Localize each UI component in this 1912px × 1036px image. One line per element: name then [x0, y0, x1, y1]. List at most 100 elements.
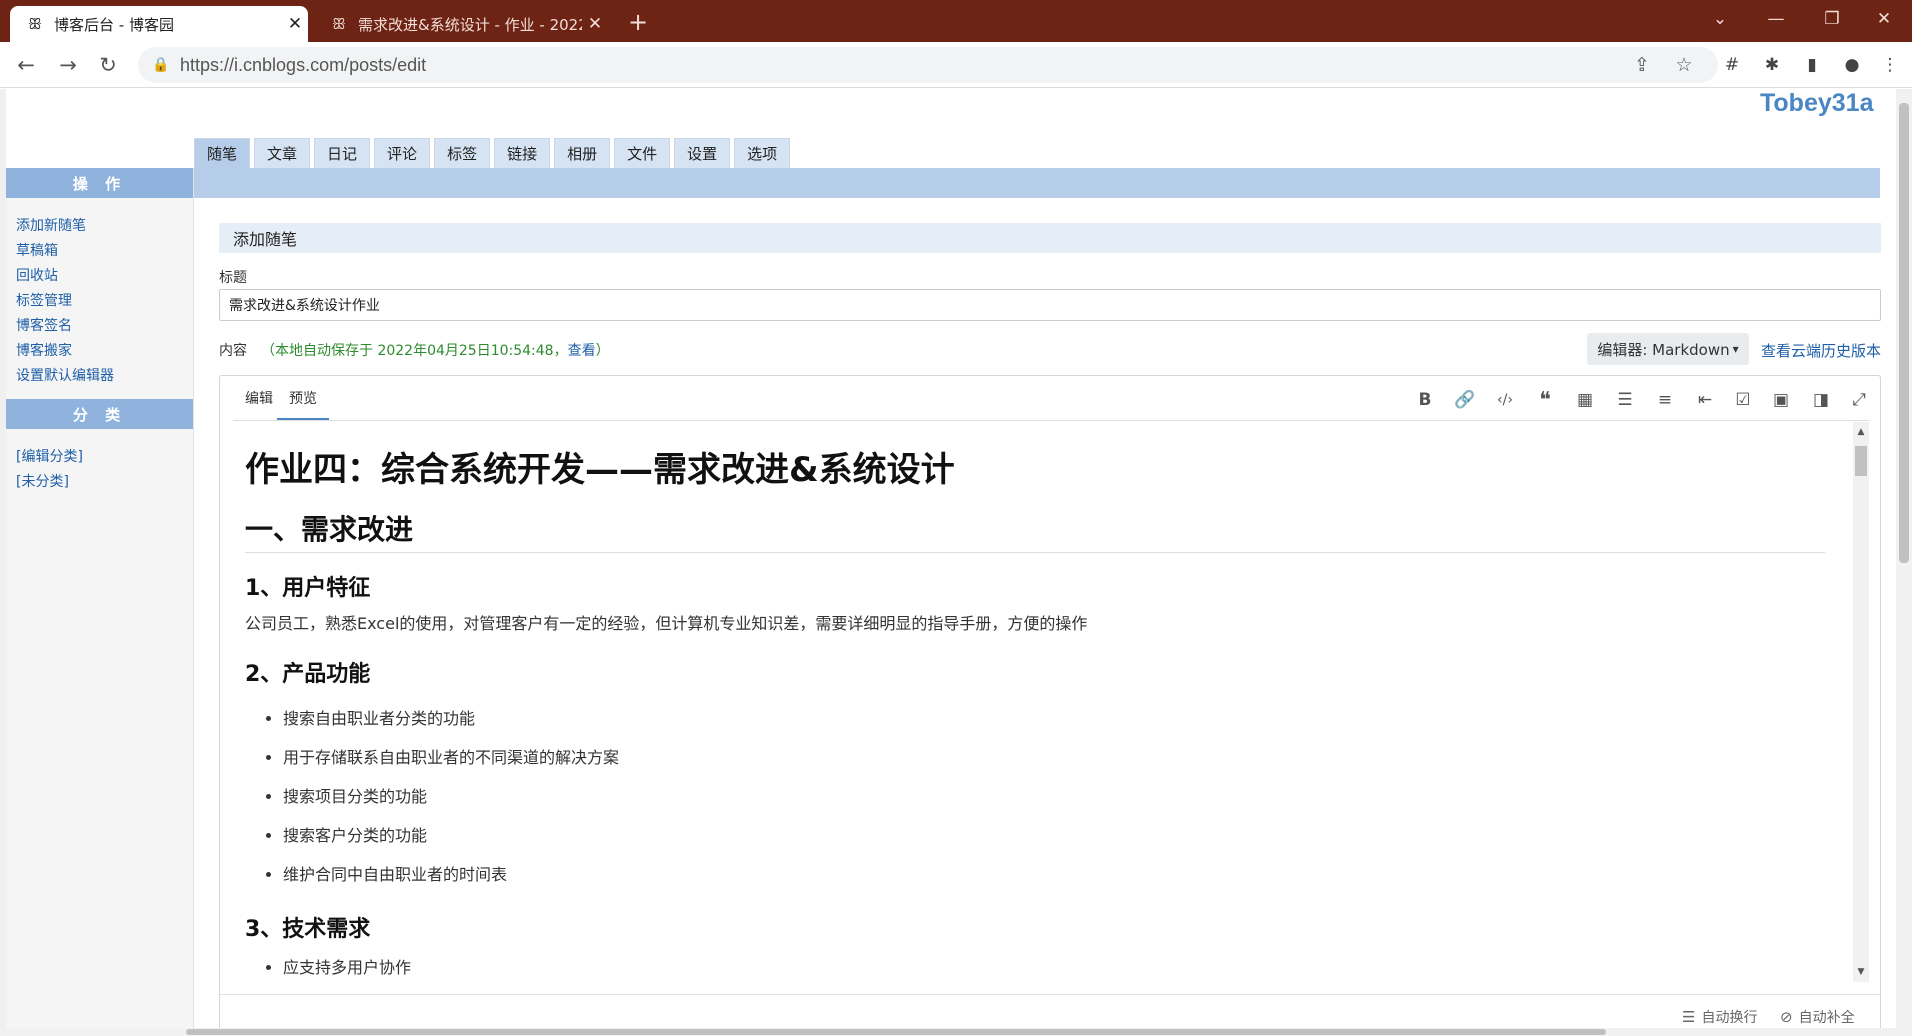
nav-tab-diary[interactable]: 日记	[314, 138, 371, 168]
new-tab-button[interactable]: +	[622, 6, 654, 38]
sidebar-category-header: 分 类	[6, 399, 193, 429]
profile-avatar-icon[interactable]: ●	[1836, 49, 1868, 81]
scroll-down-arrow-icon[interactable]: ▼	[1853, 964, 1869, 980]
wrap-icon: ☰	[1682, 1008, 1696, 1026]
sidebar-link-recycle-bin[interactable]: 回收站	[16, 264, 193, 289]
list-item: 搜索项目分类的功能	[283, 777, 1825, 816]
preview-feature-list: 搜索自由职业者分类的功能 用于存储联系自由职业者的不同渠道的解决方案 搜索项目分…	[283, 699, 1825, 894]
forward-arrow-icon[interactable]: →	[52, 49, 84, 81]
preview-h1: 作业四：综合系统开发——需求改进&系统设计	[245, 450, 955, 490]
tab-search-icon[interactable]: ⌄	[1692, 0, 1748, 38]
browser-toolbar: ← → ↻ 🔒 https://i.cnblogs.com/posts/edit…	[0, 42, 1912, 88]
nav-tab-articles[interactable]: 文章	[254, 138, 311, 168]
markdown-editor: 编辑 预览 B 🔗 ‹/› ❝ ▦ ☰ ≡ ⇤ ☑ ▣ ◨ ⤢ 作业四：综合系统…	[219, 375, 1881, 1035]
quote-icon[interactable]: ❝	[1529, 386, 1561, 414]
extensions-puzzle-icon[interactable]: ✱	[1756, 49, 1788, 81]
post-editor-form: 添加随笔 标题 需求改进&系统设计作业 内容 （本地自动保存于 2022年04月…	[219, 223, 1881, 1035]
horizontal-scrollbar[interactable]	[0, 1028, 1896, 1036]
url-text[interactable]: https://i.cnblogs.com/posts/edit	[180, 55, 426, 76]
nav-tab-links[interactable]: 链接	[494, 138, 551, 168]
browser-tab-strip: ꕥ 博客后台 - 博客园 ✕ ꕥ 需求改进&系统设计 - 作业 - 2022 ✕…	[0, 0, 1912, 42]
preview-paragraph: 公司员工，熟悉Excel的使用，对管理客户有一定的经验，但计算机专业知识差，需要…	[245, 614, 1088, 633]
horizontal-scroll-thumb[interactable]	[186, 1029, 1606, 1035]
preview-content: 作业四：综合系统开发——需求改进&系统设计 一、需求改进 1、用户特征 公司员工…	[245, 422, 1825, 982]
minimize-button[interactable]: —	[1748, 0, 1804, 38]
image-icon[interactable]: ▣	[1765, 386, 1797, 414]
window-close-button[interactable]: ✕	[1856, 0, 1912, 38]
split-view-icon[interactable]: ◨	[1805, 386, 1837, 414]
list-item: 搜索自由职业者分类的功能	[283, 699, 1825, 738]
autocomplete-off-icon: ⊘	[1780, 1008, 1793, 1026]
tab-preview[interactable]: 预览	[277, 388, 329, 420]
browser-tab-active[interactable]: ꕥ 博客后台 - 博客园 ✕	[10, 6, 308, 42]
auto-complete-toggle[interactable]: ⊘ 自动补全	[1780, 1007, 1855, 1027]
lock-icon[interactable]: 🔒	[152, 57, 169, 73]
sidebar-link-tag-management[interactable]: 标签管理	[16, 289, 193, 314]
nav-tab-tags[interactable]: 标签	[434, 138, 491, 168]
sidebar-ops-list: 添加新随笔 草稿箱 回收站 标签管理 博客签名 博客搬家 设置默认编辑器	[6, 198, 193, 389]
page-scrollbar[interactable]	[1896, 89, 1912, 1036]
extension-hash-icon[interactable]: #	[1716, 49, 1748, 81]
autosave-text: （本地自动保存于 2022年04月25日10:54:48，	[261, 343, 568, 359]
preview-scrollbar[interactable]: ▲ ▼	[1853, 422, 1869, 982]
fullscreen-icon[interactable]: ⤢	[1843, 386, 1875, 414]
section-title: 添加随笔	[219, 223, 1881, 253]
table-icon[interactable]: ▦	[1569, 386, 1601, 414]
chevron-down-icon: ▾	[1732, 342, 1739, 356]
preview-scroll-thumb[interactable]	[1855, 446, 1867, 476]
blog-username[interactable]: Tobey31a	[1760, 89, 1873, 118]
browser-tab-inactive[interactable]: ꕥ 需求改进&系统设计 - 作业 - 2022 ✕	[318, 6, 608, 42]
list-item: 搜索客户分类的功能	[283, 816, 1825, 855]
link-icon[interactable]: 🔗	[1449, 386, 1481, 414]
sidebar-link-default-editor[interactable]: 设置默认编辑器	[16, 364, 193, 389]
address-bar[interactable]: 🔒 https://i.cnblogs.com/posts/edit ⇪ ☆	[138, 47, 1718, 83]
sidebar-link-drafts[interactable]: 草稿箱	[16, 239, 193, 264]
restore-button[interactable]: ❐	[1804, 0, 1860, 38]
preview-h3-tech-requirements: 3、技术需求	[245, 917, 371, 942]
title-input[interactable]: 需求改进&系统设计作业	[219, 289, 1881, 321]
preview-h3-product-features: 2、产品功能	[245, 662, 371, 687]
auto-wrap-label: 自动换行	[1701, 1010, 1758, 1026]
auto-wrap-toggle[interactable]: ☰ 自动换行	[1682, 1007, 1757, 1027]
tab-title: 博客后台 - 博客园	[54, 15, 174, 34]
auto-complete-label: 自动补全	[1798, 1010, 1855, 1026]
nav-tab-posts[interactable]: 随笔	[194, 138, 251, 168]
sidebar-link-uncategorized[interactable]: [未分类]	[16, 470, 193, 495]
nav-tab-settings[interactable]: 设置	[674, 138, 731, 168]
side-panel-icon[interactable]: ▮	[1796, 49, 1828, 81]
sidebar-ops-header: 操 作	[6, 168, 193, 198]
list-item: 应支持多用户协作	[283, 948, 1825, 982]
sidebar: 操 作 添加新随笔 草稿箱 回收站 标签管理 博客签名 博客搬家 设置默认编辑器…	[6, 168, 194, 1036]
editor-type-dropdown[interactable]: 编辑器: Markdown ▾	[1587, 333, 1749, 365]
browser-menu-icon[interactable]: ⋮	[1874, 49, 1906, 81]
numbered-list-icon[interactable]: ≡	[1649, 386, 1681, 414]
sidebar-link-edit-categories[interactable]: [编辑分类]	[16, 445, 193, 470]
close-tab-icon[interactable]: ✕	[582, 14, 608, 34]
nav-tab-comments[interactable]: 评论	[374, 138, 431, 168]
content-header-row: 内容 （本地自动保存于 2022年04月25日10:54:48，查看） 编辑器:…	[219, 331, 1881, 367]
sidebar-link-signature[interactable]: 博客签名	[16, 314, 193, 339]
scroll-up-arrow-icon[interactable]: ▲	[1853, 424, 1869, 440]
reload-icon[interactable]: ↻	[92, 49, 124, 81]
list-item: 用于存储联系自由职业者的不同渠道的解决方案	[283, 738, 1825, 777]
cloud-history-link[interactable]: 查看云端历史版本	[1761, 340, 1881, 361]
nav-tab-albums[interactable]: 相册	[554, 138, 611, 168]
share-icon[interactable]: ⇪	[1624, 47, 1660, 83]
content-label: 内容	[219, 343, 247, 359]
bold-icon[interactable]: B	[1409, 386, 1441, 414]
nav-tab-options[interactable]: 选项	[734, 138, 791, 168]
bullet-list-icon[interactable]: ☰	[1609, 386, 1641, 414]
checkbox-icon[interactable]: ☑	[1727, 386, 1759, 414]
close-tab-icon[interactable]: ✕	[282, 14, 308, 34]
back-arrow-icon[interactable]: ←	[10, 49, 42, 81]
code-icon[interactable]: ‹/›	[1489, 386, 1521, 414]
indent-icon[interactable]: ⇤	[1689, 386, 1721, 414]
nav-tab-files[interactable]: 文件	[614, 138, 671, 168]
preview-h3-user-features: 1、用户特征	[245, 576, 371, 601]
sidebar-link-blog-move[interactable]: 博客搬家	[16, 339, 193, 364]
admin-nav-tabs: 随笔 文章 日记 评论 标签 链接 相册 文件 设置 选项	[194, 138, 794, 168]
bookmark-star-icon[interactable]: ☆	[1666, 47, 1702, 83]
sidebar-link-add-post[interactable]: 添加新随笔	[16, 214, 193, 239]
autosave-view-link[interactable]: 查看	[568, 343, 596, 359]
page-scroll-thumb[interactable]	[1899, 103, 1909, 563]
